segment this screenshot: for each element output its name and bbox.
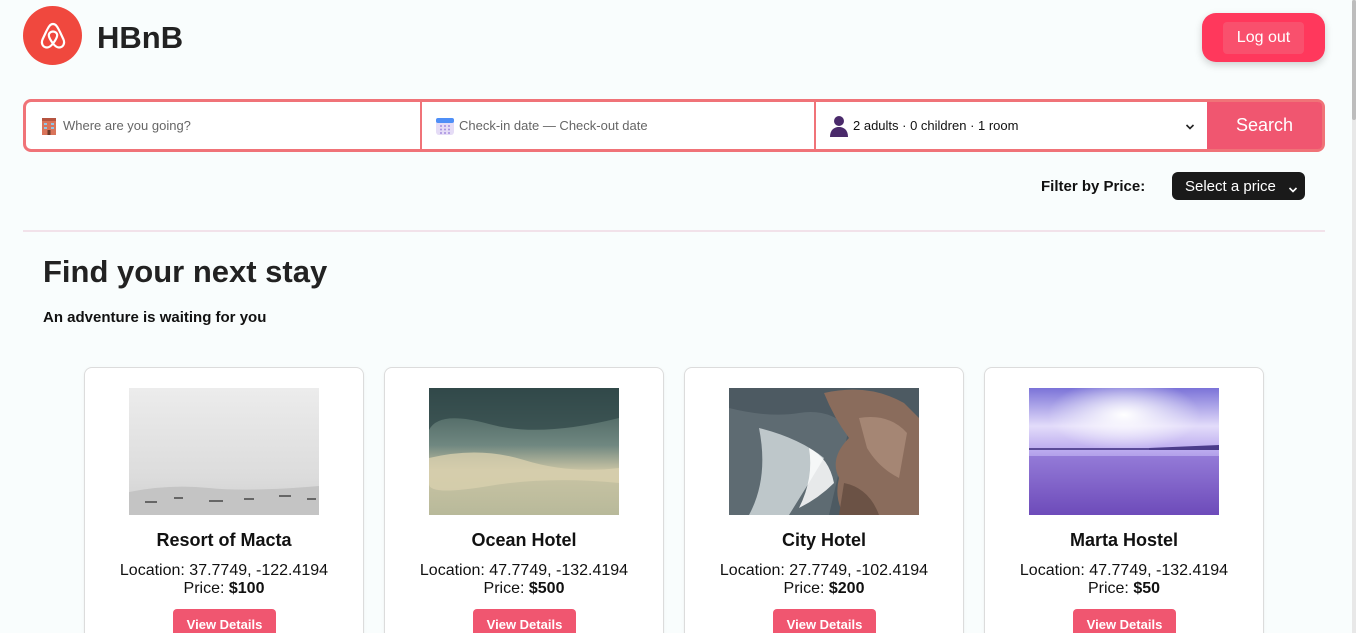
view-details-button[interactable]: View Details [773,609,876,633]
person-icon [829,115,849,137]
place-location: Location: 47.7749, -132.4194 [1019,562,1229,579]
place-price: Price: $500 [483,580,565,597]
place-name: City Hotel [781,530,866,550]
search-bar: Where are you going? Check-in date — Che… [23,99,1325,152]
page-title: Find your next stay [43,254,328,289]
place-name: Ocean Hotel [471,530,577,550]
guests-selector[interactable]: 2 adults · 0 children · 1 room [814,102,1207,149]
price-value: $500 [528,580,565,597]
header: HBnB Log out [23,6,1325,66]
place-price: Price: $50 [1087,580,1161,597]
destination-placeholder: Where are you going? [63,118,191,133]
place-price: Price: $200 [783,580,865,597]
place-card: Marta Hostel Location: 47.7749, -132.419… [984,367,1264,633]
scrollbar-thumb[interactable] [1352,0,1356,120]
chevron-down-icon [1185,119,1195,134]
place-photo [129,388,319,515]
dates-placeholder: Check-in date — Check-out date [459,118,648,133]
calendar-icon [435,116,455,136]
price-filter-select[interactable]: Select a price [1172,172,1305,200]
logout-button[interactable]: Log out [1222,21,1305,54]
place-card: City Hotel Location: 27.7749, -102.4194 … [684,367,964,633]
airbnb-logo-icon [40,22,65,49]
place-photo [1029,388,1219,515]
place-photo [729,388,919,515]
hotel-icon [39,116,59,136]
brand-name: HBnB [97,20,184,55]
price-value: $200 [828,580,865,597]
view-details-button[interactable]: View Details [473,609,576,633]
page-subtitle: An adventure is waiting for you [43,309,267,326]
view-details-button[interactable]: View Details [173,609,276,633]
logout-container: Log out [1202,13,1325,62]
place-location: Location: 27.7749, -102.4194 [719,562,929,579]
place-card: Resort of Macta Location: 37.7749, -122.… [84,367,364,633]
divider [23,230,1325,232]
place-price: Price: $100 [183,580,265,597]
price-value: $50 [1133,580,1161,597]
place-location: Location: 37.7749, -122.4194 [119,562,329,579]
place-name: Marta Hostel [1069,530,1179,550]
search-button[interactable]: Search [1207,102,1322,149]
chevron-down-icon [1288,181,1298,198]
view-details-button[interactable]: View Details [1073,609,1176,633]
guests-value: 2 adults · 0 children · 1 room [853,118,1019,133]
place-location: Location: 47.7749, -132.4194 [419,562,629,579]
place-name: Resort of Macta [156,530,292,550]
destination-field[interactable]: Where are you going? [26,102,420,149]
place-card: Ocean Hotel Location: 47.7749, -132.4194… [384,367,664,633]
scrollbar[interactable] [1352,0,1356,633]
price-filter-value: Select a price [1185,177,1276,195]
price-value: $100 [228,580,265,597]
dates-field[interactable]: Check-in date — Check-out date [420,102,814,149]
place-photo [429,388,619,515]
brand-logo[interactable] [23,6,82,65]
filter-price-label: Filter by Price: [1041,178,1146,195]
